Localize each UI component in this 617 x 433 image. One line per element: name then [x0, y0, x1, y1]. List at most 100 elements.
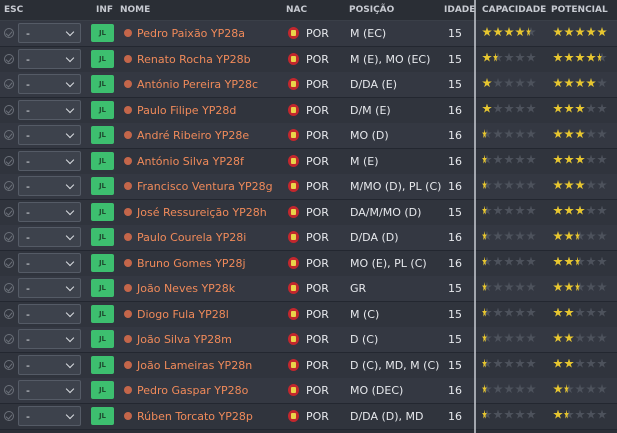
- select-dropdown[interactable]: -: [18, 303, 81, 324]
- star-icon: [515, 307, 525, 318]
- check-circle-icon[interactable]: [4, 53, 14, 64]
- player-name-link[interactable]: Rúben Torcato YP28p: [137, 410, 253, 423]
- info-badge[interactable]: JL: [91, 100, 114, 119]
- player-name-link[interactable]: Pedro Gaspar YP28o: [137, 384, 248, 397]
- nationality: POR: [306, 154, 329, 168]
- player-name-link[interactable]: Francisco Ventura YP28g: [137, 180, 273, 193]
- select-dropdown[interactable]: -: [18, 201, 81, 222]
- check-circle-icon[interactable]: [4, 206, 14, 217]
- check-circle-icon[interactable]: [4, 28, 14, 38]
- select-dropdown[interactable]: -: [18, 227, 81, 247]
- player-name-link[interactable]: António Pereira YP28c: [137, 78, 258, 91]
- select-dropdown[interactable]: -: [18, 99, 81, 120]
- select-dropdown[interactable]: -: [18, 125, 81, 145]
- info-badge[interactable]: JL: [91, 202, 114, 221]
- player-name-link[interactable]: André Ribeiro YP28e: [137, 129, 249, 142]
- select-dropdown[interactable]: -: [18, 329, 81, 349]
- info-badge[interactable]: JL: [91, 24, 114, 42]
- check-circle-icon[interactable]: [4, 308, 14, 319]
- info-badge[interactable]: JL: [91, 253, 114, 272]
- info-badge[interactable]: JL: [91, 381, 114, 399]
- info-badge[interactable]: JL: [91, 49, 114, 68]
- col-potencial[interactable]: POTENCIAL ▼: [551, 5, 617, 15]
- select-dropdown[interactable]: -: [18, 176, 81, 196]
- col-nac[interactable]: NAC: [286, 5, 307, 15]
- table-row[interactable]: - JL Paulo Filipe YP28d POR D/M (E) 16: [0, 97, 617, 124]
- info-badge[interactable]: JL: [91, 279, 114, 297]
- info-badge[interactable]: JL: [91, 126, 114, 144]
- check-circle-icon[interactable]: [4, 410, 14, 421]
- info-badge[interactable]: JL: [91, 75, 114, 93]
- select-dropdown[interactable]: -: [18, 278, 81, 298]
- player-name-link[interactable]: Bruno Gomes YP28j: [137, 257, 246, 270]
- col-idade[interactable]: IDADE: [444, 5, 475, 15]
- table-row[interactable]: - JL Paulo Courela YP28i POR D/DA (D) 16: [0, 225, 617, 251]
- table-row[interactable]: - JL Pedro Gaspar YP28o POR MO (DEC) 16: [0, 378, 617, 404]
- check-circle-icon[interactable]: [4, 385, 14, 395]
- player-name-link[interactable]: Paulo Filipe YP28d: [137, 104, 236, 117]
- player-name-link[interactable]: Renato Rocha YP28b: [137, 53, 251, 66]
- table-row[interactable]: - JL Diogo Fula YP28l POR M (C) 15: [0, 301, 617, 328]
- info-badge[interactable]: JL: [91, 330, 114, 348]
- table-row[interactable]: - JL António Pereira YP28c POR D/DA (E) 15: [0, 72, 617, 98]
- select-dropdown[interactable]: -: [18, 405, 81, 426]
- check-circle-icon[interactable]: [4, 283, 14, 293]
- col-inf[interactable]: INF: [96, 5, 113, 15]
- age: 15: [448, 52, 462, 66]
- select-dropdown[interactable]: -: [18, 354, 81, 375]
- info-badge[interactable]: JL: [91, 406, 114, 425]
- check-circle-icon[interactable]: [4, 181, 14, 191]
- table-row[interactable]: - JL José Ressureição YP28h POR DA/M/MO (D) 1…: [0, 199, 617, 226]
- info-badge[interactable]: JL: [91, 151, 114, 170]
- col-nome[interactable]: NOME: [120, 5, 150, 15]
- select-dropdown[interactable]: -: [18, 23, 81, 43]
- check-circle-icon[interactable]: [4, 257, 14, 268]
- position: GR: [350, 282, 367, 295]
- select-dropdown[interactable]: -: [18, 380, 81, 400]
- table-row[interactable]: - JL João Silva YP28m POR D (C) 15: [0, 327, 617, 353]
- info-badge[interactable]: JL: [91, 177, 114, 195]
- star-icon: [526, 307, 536, 318]
- table-row[interactable]: - JL Renato Rocha YP28b POR M (E), MO (EC) 15: [0, 46, 617, 73]
- player-name-link[interactable]: Pedro Paixão YP28a: [137, 27, 245, 40]
- star-icon: [482, 231, 492, 241]
- table-row[interactable]: - JL João Lameiras YP28n POR D (C), MD, M (C…: [0, 352, 617, 379]
- star-icon: [526, 103, 536, 114]
- check-circle-icon[interactable]: [4, 334, 14, 344]
- check-circle-icon[interactable]: [4, 130, 14, 140]
- table-row[interactable]: - JL Pedro Paixão YP28a POR M (EC) 15: [0, 21, 617, 47]
- star-icon: [526, 78, 536, 88]
- player-name-link[interactable]: Paulo Courela YP28i: [137, 231, 246, 244]
- star-icon: [575, 52, 585, 63]
- check-circle-icon[interactable]: [4, 232, 14, 242]
- check-circle-icon[interactable]: [4, 104, 14, 115]
- player-name-link[interactable]: João Neves YP28k: [137, 282, 235, 295]
- table-row[interactable]: - JL Rúben Torcato YP28p POR D/DA (D), MD 16: [0, 403, 617, 430]
- info-badge[interactable]: JL: [91, 228, 114, 246]
- check-circle-icon[interactable]: [4, 79, 14, 89]
- table-row[interactable]: - JL João Neves YP28k POR GR 15: [0, 276, 617, 302]
- player-name-link[interactable]: Diogo Fula YP28l: [137, 308, 229, 321]
- age: 15: [448, 282, 462, 295]
- select-dropdown[interactable]: -: [18, 74, 81, 94]
- col-esc[interactable]: ESC: [4, 5, 23, 15]
- player-name-link[interactable]: João Lameiras YP28n: [137, 359, 252, 372]
- col-posicao[interactable]: POSIÇÃO: [349, 5, 394, 15]
- table-row[interactable]: - JL Francisco Ventura YP28g POR M/MO (D), P…: [0, 174, 617, 200]
- table-row[interactable]: - JL António Silva YP28f POR M (E) 16: [0, 148, 617, 175]
- table-row[interactable]: - JL André Ribeiro YP28e POR MO (D) 16: [0, 123, 617, 149]
- player-name-link[interactable]: José Ressureição YP28h: [137, 206, 267, 219]
- table-row[interactable]: - JL Bruno Gomes YP28j POR MO (E), PL (C) 16: [0, 250, 617, 277]
- check-circle-icon[interactable]: [4, 359, 14, 370]
- select-dropdown[interactable]: -: [18, 48, 81, 69]
- star-icon: [526, 409, 536, 420]
- select-dropdown[interactable]: -: [18, 150, 81, 171]
- check-circle-icon[interactable]: [4, 155, 14, 166]
- info-badge[interactable]: JL: [91, 355, 114, 374]
- player-name-link[interactable]: António Silva YP28f: [137, 155, 244, 168]
- col-capacidade[interactable]: CAPACIDADE: [482, 5, 546, 15]
- player-name-link[interactable]: João Silva YP28m: [137, 333, 232, 346]
- select-dropdown[interactable]: -: [18, 252, 81, 273]
- star-icon: [526, 180, 536, 190]
- info-badge[interactable]: JL: [91, 304, 114, 323]
